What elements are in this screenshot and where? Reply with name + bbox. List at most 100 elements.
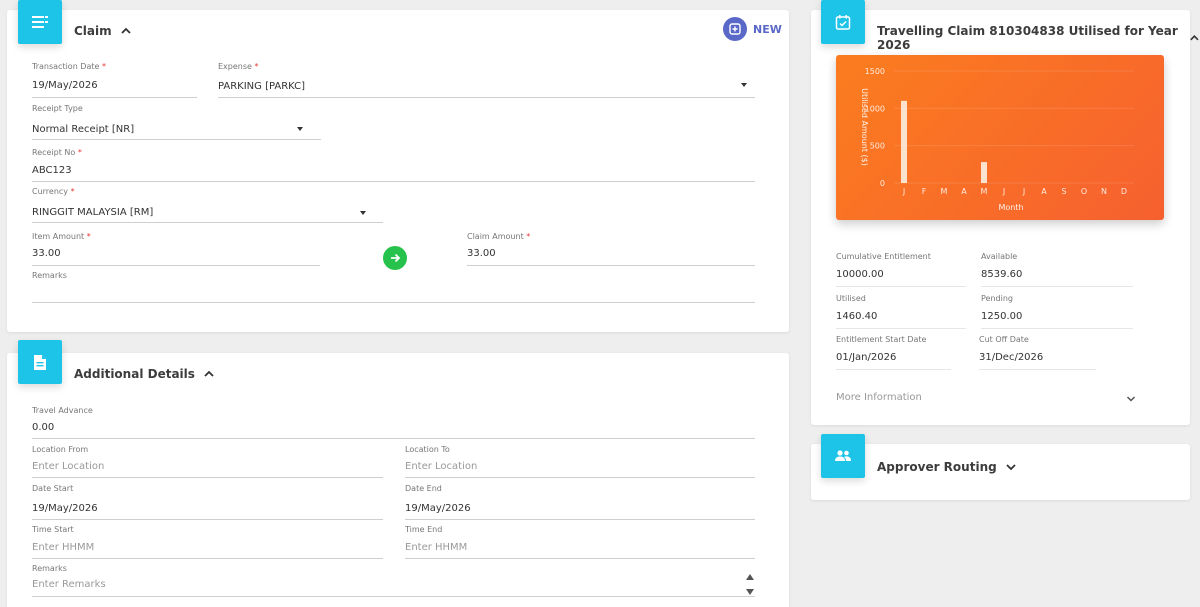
date-end-field[interactable]: 19/May/2026 [405, 503, 471, 514]
claim-card [7, 10, 789, 332]
date-start-underline [32, 519, 383, 520]
chevron-down-icon[interactable] [1126, 395, 1136, 403]
location-from-underline [32, 477, 383, 478]
chart-y-tick-label: 1500 [865, 67, 885, 76]
claim-title-text: Claim [74, 24, 112, 38]
currency-underline [32, 222, 383, 223]
apply-amount-button[interactable] [383, 246, 407, 270]
available-label: Available [981, 252, 1018, 261]
travelling-claim-title[interactable]: Travelling Claim 810304838 Utilised for … [877, 24, 1200, 52]
chart-x-tick-label: F [922, 187, 927, 196]
transaction-date-field[interactable]: 19/May/2026 [32, 80, 98, 91]
chart-y-axis-label: Utilised Amount ($) [860, 88, 869, 166]
date-start-label: Date Start [32, 484, 74, 493]
expense-caret-icon[interactable] [741, 83, 747, 87]
new-button[interactable]: NEW [723, 17, 782, 41]
claim-title[interactable]: Claim [74, 24, 132, 38]
chart-x-tick-label: M [941, 187, 948, 196]
item-amount-label: Item Amount * [32, 232, 91, 241]
plus-square-icon [723, 17, 747, 41]
travel-advance-field[interactable]: 0.00 [32, 422, 54, 433]
cumulative-entitlement-label: Cumulative Entitlement [836, 252, 931, 261]
chart-y-tick-label: 0 [880, 179, 885, 188]
chart-x-tick-label: D [1121, 187, 1127, 196]
new-button-label: NEW [753, 22, 782, 36]
chart-x-tick-label: J [1022, 187, 1025, 196]
available-value: 8539.60 [981, 269, 1023, 280]
time-start-field[interactable]: Enter HHMM [32, 542, 94, 553]
time-start-underline [32, 558, 383, 559]
chart-x-tick-label: J [902, 187, 905, 196]
more-information-toggle[interactable]: More Information [836, 392, 922, 403]
chart-x-tick-label: A [1041, 187, 1047, 196]
time-end-underline [405, 558, 755, 559]
approver-card-icon-box [821, 434, 865, 478]
claim-amount-label: Claim Amount * [467, 232, 531, 241]
chart-bar [981, 162, 987, 183]
claim-card-icon-box [18, 0, 62, 44]
currency-select[interactable]: RINGGIT MALAYSIA [RM] [32, 207, 153, 218]
item-amount-underline [32, 265, 320, 266]
item-amount-field[interactable]: 33.00 [32, 248, 61, 259]
travel-advance-label: Travel Advance [32, 406, 93, 415]
date-end-underline [405, 519, 755, 520]
approver-routing-title[interactable]: Approver Routing [877, 460, 1017, 474]
receipt-no-label: Receipt No * [32, 148, 82, 157]
receipt-type-caret-icon[interactable] [297, 127, 303, 131]
location-to-field[interactable]: Enter Location [405, 461, 477, 472]
expense-underline [218, 97, 755, 98]
calendar-check-icon [835, 15, 851, 30]
transaction-date-underline [32, 97, 197, 98]
location-from-field[interactable]: Enter Location [32, 461, 104, 472]
chevron-up-icon [121, 27, 131, 34]
chart-bar [901, 100, 907, 183]
receipt-type-select[interactable]: Normal Receipt [NR] [32, 124, 134, 135]
time-end-label: Time End [405, 525, 443, 534]
expense-label: Expense * [218, 62, 259, 71]
chart-y-tick-label: 500 [870, 142, 885, 151]
utilised-value: 1460.40 [836, 311, 878, 322]
date-start-field[interactable]: 19/May/2026 [32, 503, 98, 514]
receipt-no-field[interactable]: ABC123 [32, 165, 72, 176]
time-start-label: Time Start [32, 525, 74, 534]
chevron-up-icon [1190, 35, 1199, 41]
entitlement-start-date-label: Entitlement Start Date [836, 335, 927, 344]
expense-select[interactable]: PARKING [PARKC] [218, 81, 305, 92]
additional-details-title[interactable]: Additional Details [74, 367, 215, 381]
chevron-up-icon [204, 370, 214, 377]
cumulative-entitlement-value: 10000.00 [836, 269, 884, 280]
transaction-date-label: Transaction Date * [32, 62, 106, 71]
claim-remarks-label: Remarks [32, 271, 67, 280]
location-from-label: Location From [32, 445, 89, 454]
utilised-underline [836, 328, 966, 329]
utilised-label: Utilised [836, 294, 866, 303]
scroll-up-arrow-icon[interactable] [746, 574, 754, 580]
entitlement-start-date-underline [836, 369, 951, 370]
location-to-label: Location To [405, 445, 450, 454]
additional-remarks-label: Remarks [32, 564, 67, 573]
currency-label: Currency * [32, 187, 75, 196]
chevron-down-icon [1006, 464, 1016, 471]
claim-amount-field[interactable]: 33.00 [467, 248, 496, 259]
time-end-field[interactable]: Enter HHMM [405, 542, 467, 553]
chart-x-tick-label: N [1101, 187, 1107, 196]
cut-off-date-label: Cut Off Date [979, 335, 1029, 344]
additional-remarks-field[interactable]: Enter Remarks [32, 579, 106, 590]
travel-advance-underline [32, 438, 755, 439]
available-underline [981, 286, 1133, 287]
additional-details-title-text: Additional Details [74, 367, 195, 381]
utilisation-chart: 0 500 1000 1500 J F M A M J J A S O N D Utilised Amount … [836, 55, 1164, 220]
chart-x-tick-label: M [981, 187, 988, 196]
chart-x-tick-label: O [1081, 187, 1087, 196]
travelling-claim-title-text: Travelling Claim 810304838 Utilised for … [877, 24, 1178, 52]
chart-x-axis-label: Month [998, 203, 1023, 212]
chart-x-tick-label: A [961, 187, 967, 196]
claim-remarks-field[interactable] [32, 287, 755, 301]
additional-details-card [7, 353, 789, 607]
receipt-type-underline [32, 139, 321, 140]
cumulative-entitlement-underline [836, 286, 966, 287]
scroll-down-arrow-icon[interactable] [746, 589, 754, 595]
claim-remarks-underline [32, 302, 755, 303]
currency-caret-icon[interactable] [360, 211, 366, 215]
pending-value: 1250.00 [981, 311, 1023, 322]
